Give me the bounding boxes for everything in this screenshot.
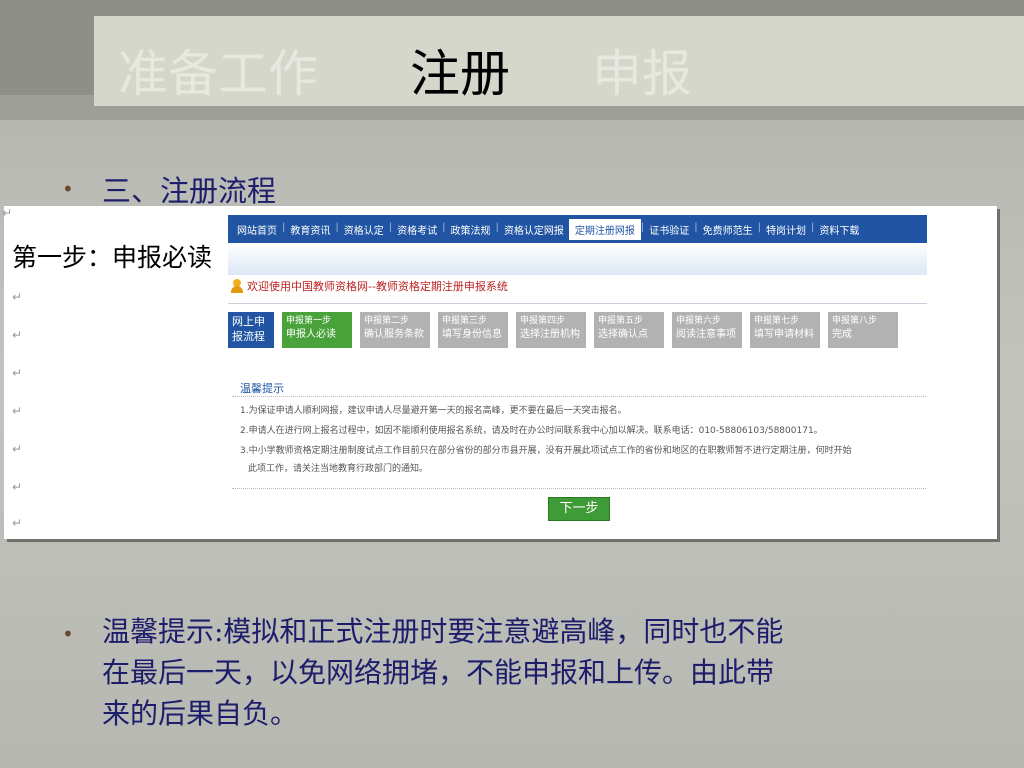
flow-step-4[interactable]: 申报第四步选择注册机构 (516, 312, 586, 348)
dotted-divider (232, 396, 926, 397)
next-step-button[interactable]: 下一步 (548, 497, 610, 521)
nav-item-download[interactable]: 资料下载 (814, 222, 864, 243)
flow-step-number: 申报第五步 (598, 316, 644, 326)
flow-label-line: 报流程 (232, 330, 265, 343)
tab-preparation[interactable]: 准备工作 (118, 34, 318, 106)
paragraph-mark: ↵ (12, 480, 23, 494)
nav-item-qualification[interactable]: 资格认定 (339, 222, 389, 243)
paragraph-mark: ↵ (12, 366, 23, 380)
paragraph-mark: ↵ (2, 206, 13, 220)
flow-step-label: 阅读注意事项 (676, 329, 736, 340)
flow-step-7[interactable]: 申报第七步填写申请材料 (750, 312, 820, 348)
nav-item-online-apply[interactable]: 资格认定网报 (499, 222, 569, 243)
flow-step-6[interactable]: 申报第六步阅读注意事项 (672, 312, 742, 348)
nav-subband (228, 243, 927, 275)
flow-label-line: 网上申 (232, 315, 265, 328)
paragraph-mark: ↵ (12, 290, 23, 304)
flow-step-label: 选择注册机构 (520, 329, 580, 340)
welcome-message: 欢迎使用中国教师资格网--教师资格定期注册申报系统 (231, 278, 508, 294)
flow-step-label: 确认服务条款 (364, 329, 424, 340)
tip-paragraph: 温馨提示:模拟和正式注册时要注意避高峰，同时也不能 在最后一天，以免网络拥堵，不… (102, 611, 783, 734)
welcome-text: 欢迎使用中国教师资格网--教师资格定期注册申报系统 (247, 280, 508, 293)
nav-item-special-post[interactable]: 特岗计划 (761, 222, 811, 243)
nav-item-news[interactable]: 教育资讯 (285, 222, 335, 243)
nav-item-exam[interactable]: 资格考试 (392, 222, 442, 243)
flow-step-number: 申报第六步 (676, 316, 722, 326)
site-nav-bar: 网站首页 | 教育资讯 | 资格认定 | 资格考试 | 政策法规 | 资格认定网报 定期注… (228, 215, 927, 243)
nav-item-free-normal[interactable]: 免费师范生 (698, 222, 758, 243)
paragraph-mark: ↵ (12, 516, 23, 530)
flow-step-number: 申报第四步 (520, 316, 566, 326)
flow-step-label: 完成 (832, 329, 852, 340)
flow-step-label: 填写身份信息 (442, 329, 502, 340)
paragraph-mark: ↵ (12, 328, 23, 342)
tip-line: 温馨提示:模拟和正式注册时要注意避高峰，同时也不能 (102, 615, 784, 648)
flow-step-5[interactable]: 申报第五步选择确认点 (594, 312, 664, 348)
flow-step-number: 申报第二步 (364, 316, 410, 326)
flow-step-number: 申报第三步 (442, 316, 488, 326)
nav-item-home[interactable]: 网站首页 (232, 222, 282, 243)
notice-line-4: 此项工作，请关注当地教育行政部门的通知。 (248, 464, 429, 474)
tip-line: 来的后果自负。 (102, 697, 299, 730)
step-title: 第一步：申报必读 (12, 243, 213, 272)
flow-step-label: 申报人必读 (286, 329, 336, 340)
nav-item-policy[interactable]: 政策法规 (446, 222, 496, 243)
application-flow: 网上申 报流程 申报第一步申报人必读 申报第二步确认服务条款 申报第三步填写身份… (228, 312, 898, 348)
flow-step-number: 申报第一步 (286, 316, 332, 326)
flow-step-number: 申报第八步 (832, 316, 878, 326)
bullet-dot: • (62, 177, 74, 201)
flow-label: 网上申 报流程 (228, 312, 274, 348)
nav-item-periodic-register[interactable]: 定期注册网报 (568, 219, 641, 240)
notice-line-2: 2.申请人在进行网上报名过程中，如因不能顺利使用报名系统，请及时在办公时间联系我… (240, 426, 823, 436)
divider (228, 303, 927, 304)
flow-step-1[interactable]: 申报第一步申报人必读 (282, 312, 352, 348)
paragraph-mark: ↵ (12, 442, 23, 456)
user-icon (231, 279, 243, 293)
flow-step-3[interactable]: 申报第三步填写身份信息 (438, 312, 508, 348)
tab-register[interactable]: 注册 (410, 34, 510, 106)
flow-step-2[interactable]: 申报第二步确认服务条款 (360, 312, 430, 348)
flow-step-number: 申报第七步 (754, 316, 800, 326)
bullet-dot: • (62, 622, 74, 646)
tab-declare[interactable]: 申报 (592, 34, 692, 106)
paragraph-mark: ↵ (12, 404, 23, 418)
section-heading: 三、注册流程 (102, 174, 277, 208)
notice-line-3: 3.中小学教师资格定期注册制度试点工作目前只在部分省份的部分市县开展，没有开展此… (240, 446, 852, 456)
notice-line-1: 1.为保证申请人顺利网报，建议申请人尽量避开第一天的报名高峰，更不要在最后一天突… (240, 406, 627, 416)
flow-step-label: 填写申请材料 (754, 329, 814, 340)
notice-title: 温馨提示 (240, 382, 284, 395)
nav-item-verify[interactable]: 证书验证 (644, 222, 694, 243)
flow-step-8[interactable]: 申报第八步 完成 (828, 312, 898, 348)
dotted-divider (232, 488, 926, 489)
flow-step-label: 选择确认点 (598, 329, 648, 340)
tip-line: 在最后一天，以免网络拥堵，不能申报和上传。由此带 (102, 656, 775, 689)
